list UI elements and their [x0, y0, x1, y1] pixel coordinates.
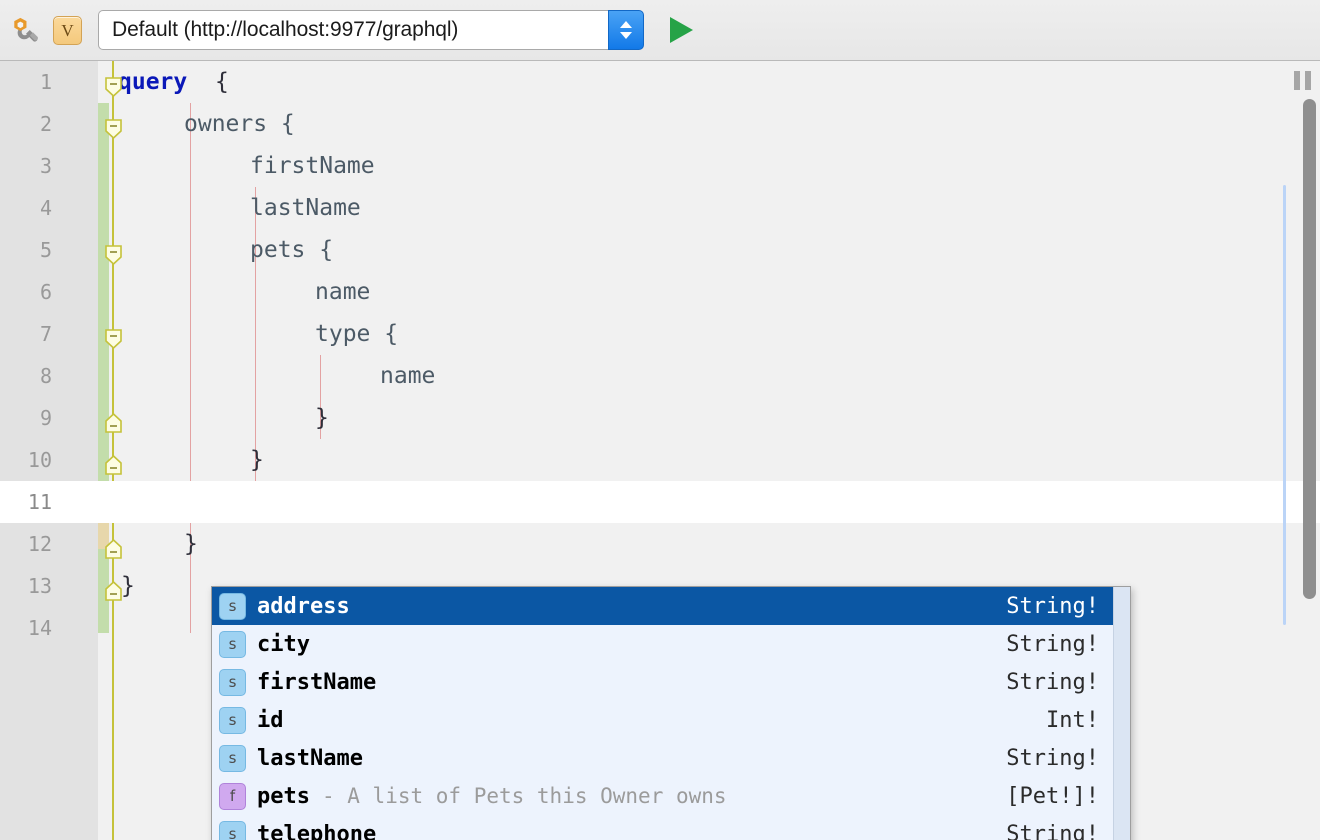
autocomplete-item[interactable]: s lastName String! [212, 739, 1130, 777]
inspection-widget[interactable] [1294, 71, 1311, 90]
endpoint-stepper-button[interactable] [608, 10, 644, 50]
autocomplete-item-type: String! [1006, 821, 1099, 840]
editor-line[interactable]: 10 } [0, 439, 1320, 481]
line-number: 14 [27, 616, 52, 640]
endpoint-value[interactable]: Default (http://localhost:9977/graphql) [98, 10, 608, 50]
autocomplete-item[interactable]: s id Int! [212, 701, 1130, 739]
line-number: 1 [39, 70, 52, 94]
code-token: lastName [250, 195, 361, 221]
code-change-marker[interactable] [1283, 185, 1286, 625]
fold-marker-collapse[interactable] [104, 245, 123, 265]
editor-line-current[interactable]: 11 [0, 481, 1320, 523]
object-field-icon: f [219, 782, 246, 810]
autocomplete-item[interactable]: s city String! [212, 625, 1130, 663]
chevron-up-icon [620, 21, 632, 28]
editor-line[interactable]: 9 } [0, 397, 1320, 439]
editor-line[interactable]: 1 query { [0, 61, 1320, 103]
autocomplete-item[interactable]: s telephone String! [212, 815, 1130, 840]
endpoint-combobox[interactable]: Default (http://localhost:9977/graphql) [98, 10, 644, 50]
autocomplete-item-name: pets [257, 783, 310, 809]
autocomplete-item-name: lastName [257, 745, 363, 771]
vertical-scrollbar-thumb[interactable] [1303, 99, 1316, 599]
editor-line[interactable]: 12 } [0, 523, 1320, 565]
autocomplete-item[interactable]: s firstName String! [212, 663, 1130, 701]
line-number: 9 [39, 406, 52, 430]
autocomplete-item-type: [Pet!]! [1006, 783, 1099, 809]
autocomplete-item-type: Int! [1046, 707, 1099, 733]
code-token: type { [315, 321, 399, 347]
code-editor[interactable]: 1 query { 2 owners { 3 firstName 4 lastN… [0, 61, 1320, 840]
line-number: 8 [39, 364, 52, 388]
autocomplete-item-name: city [257, 631, 310, 657]
editor-line[interactable]: 4 lastName [0, 187, 1320, 229]
line-number: 5 [39, 238, 52, 262]
toolbar: V Default (http://localhost:9977/graphql… [0, 0, 1320, 61]
scalar-field-icon: s [219, 706, 246, 734]
line-number: 3 [39, 154, 52, 178]
line-number: 12 [27, 532, 52, 556]
line-number: 4 [39, 196, 52, 220]
autocomplete-item-name: telephone [257, 821, 377, 840]
autocomplete-item-type: String! [1006, 745, 1099, 771]
pause-bars-icon [1305, 71, 1311, 90]
graphql-settings-button[interactable] [9, 13, 43, 47]
autocomplete-item-name: firstName [257, 669, 377, 695]
autocomplete-item-name: id [257, 707, 284, 733]
fold-marker-collapse[interactable] [104, 119, 123, 139]
code-token: } [121, 573, 135, 599]
autocomplete-item-type: String! [1006, 593, 1099, 619]
play-icon [669, 17, 693, 43]
fold-marker-region-end[interactable] [104, 581, 123, 601]
code-token: } [315, 405, 329, 431]
editor-line[interactable]: 7 type { [0, 313, 1320, 355]
wrench-nut-icon [14, 17, 38, 42]
scalar-field-icon: s [219, 744, 246, 772]
autocomplete-item-selected[interactable]: s address String! [212, 587, 1130, 625]
code-token: } [184, 531, 198, 557]
editor-line[interactable]: 8 name [0, 355, 1320, 397]
autocomplete-item[interactable]: f pets - A list of Pets this Owner owns … [212, 777, 1130, 815]
scalar-field-icon: s [219, 630, 246, 658]
fold-marker-region-end[interactable] [104, 413, 123, 433]
autocomplete-item-name: address [257, 593, 350, 619]
code-token: firstName [250, 153, 375, 179]
fold-marker-collapse[interactable] [104, 329, 123, 349]
pause-bars-icon [1294, 71, 1300, 90]
editor-line[interactable]: 2 owners { [0, 103, 1320, 145]
line-number: 2 [39, 112, 52, 136]
code-keyword: query [118, 69, 188, 95]
autocomplete-item-description: - A list of Pets this Owner owns [321, 784, 727, 808]
line-number: 7 [39, 322, 52, 346]
graphql-editor-window: V Default (http://localhost:9977/graphql… [0, 0, 1320, 840]
editor-line[interactable]: 6 name [0, 271, 1320, 313]
code-token: } [250, 447, 264, 473]
variables-badge-label: V [61, 20, 74, 40]
autocomplete-list[interactable]: s address String! s city String! s first… [212, 587, 1130, 840]
code-token: name [315, 279, 371, 305]
chevron-down-icon [620, 32, 632, 39]
code-token: pets { [250, 237, 334, 263]
line-number: 13 [27, 574, 52, 598]
autocomplete-item-type: String! [1006, 631, 1099, 657]
fold-marker-region-end[interactable] [104, 539, 123, 559]
code-token: owners { [184, 111, 295, 137]
variables-toggle-button[interactable]: V [53, 15, 82, 45]
code-token: name [380, 363, 436, 389]
line-number: 11 [27, 490, 52, 514]
editor-line[interactable]: 3 firstName [0, 145, 1320, 187]
line-number: 6 [39, 280, 52, 304]
fold-marker-collapse[interactable] [104, 77, 123, 97]
editor-line[interactable]: 5 pets { [0, 229, 1320, 271]
scalar-field-icon: s [219, 820, 246, 840]
fold-marker-region-end[interactable] [104, 455, 123, 475]
autocomplete-item-type: String! [1006, 669, 1099, 695]
code-token: { [187, 69, 229, 95]
scalar-field-icon: s [219, 592, 246, 620]
line-number: 10 [27, 448, 52, 472]
scalar-field-icon: s [219, 668, 246, 696]
autocomplete-popup[interactable]: s address String! s city String! s first… [211, 586, 1131, 840]
autocomplete-scrollbar[interactable] [1113, 587, 1130, 840]
run-query-button[interactable] [664, 13, 698, 47]
